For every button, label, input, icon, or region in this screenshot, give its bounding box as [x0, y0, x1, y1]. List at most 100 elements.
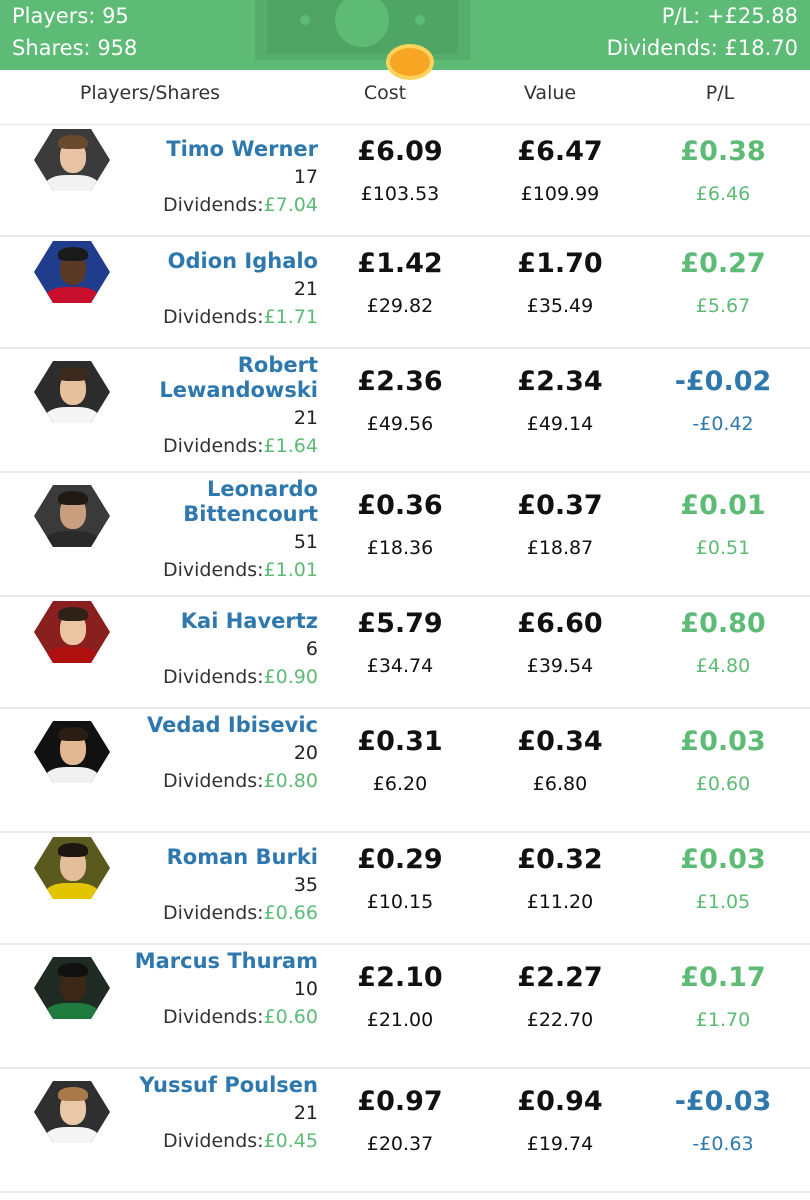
player-info: Yussuf Poulsen 21 Dividends:£0.45 — [38, 1073, 318, 1154]
pl-per-share: -£0.03 — [674, 1086, 772, 1117]
value-total: £22.70 — [526, 1009, 594, 1031]
pl-total: £0.60 — [695, 773, 751, 795]
value-total: £109.99 — [520, 183, 600, 205]
cost-per-share: £2.10 — [357, 962, 443, 993]
cost-total: £21.00 — [366, 1009, 434, 1031]
pl-total: £1.05 — [695, 891, 751, 913]
holding-row[interactable]: Odion Ighalo 21 Dividends:£1.71 £1.42 £2… — [0, 237, 810, 349]
holding-row[interactable]: Roman Burki 35 Dividends:£0.66 £0.29 £10… — [0, 833, 810, 945]
pl-total: -£0.42 — [692, 413, 754, 435]
dividends-label: Dividends: — [163, 1130, 264, 1152]
column-header-pl[interactable]: P/L — [660, 82, 780, 104]
pl-cell: £0.27 £5.67 — [653, 247, 793, 319]
holding-row[interactable]: Yussuf Poulsen 21 Dividends:£0.45 £0.97 … — [0, 1069, 810, 1193]
player-name[interactable]: Odion Ighalo — [128, 249, 318, 274]
player-name[interactable]: Marcus Thuram — [128, 949, 318, 974]
dividends-label: Dividends: — [163, 435, 264, 457]
player-share-count: 21 — [293, 407, 318, 429]
holding-row[interactable]: Timo Werner 17 Dividends:£7.04 £6.09 £10… — [0, 125, 810, 237]
holding-row[interactable]: Vedad Ibisevic 20 Dividends:£0.80 £0.31 … — [0, 709, 810, 833]
player-name[interactable]: Robert Lewandowski — [128, 353, 318, 403]
pl-cell: £0.03 £1.05 — [653, 843, 793, 915]
players-count: 95 — [102, 4, 129, 28]
holding-row[interactable]: Kai Havertz 6 Dividends:£0.90 £5.79 £34.… — [0, 597, 810, 709]
pl-cell: £0.38 £6.46 — [653, 135, 793, 207]
value-total: £49.14 — [526, 413, 594, 435]
value-per-share: £0.32 — [517, 844, 603, 875]
cost-cell: £0.31 £6.20 — [330, 725, 470, 797]
player-dividends: Dividends:£0.45 — [38, 1128, 318, 1154]
value-total: £6.80 — [532, 773, 588, 795]
column-header-value[interactable]: Value — [490, 82, 610, 104]
value-per-share: £2.34 — [517, 366, 603, 397]
value-per-share: £6.47 — [517, 136, 603, 167]
value-cell: £0.34 £6.80 — [490, 725, 630, 797]
value-total: £35.49 — [526, 295, 594, 317]
pl-per-share: -£0.02 — [674, 366, 772, 397]
pl-label: P/L: — [661, 4, 701, 28]
player-name[interactable]: Vedad Ibisevic — [128, 713, 318, 738]
player-name[interactable]: Leonardo Bittencourt — [128, 477, 318, 527]
value-per-share: £0.37 — [517, 490, 603, 521]
dividends-value: £1.64 — [263, 435, 318, 457]
pl-value: +£25.88 — [706, 4, 798, 28]
holding-row[interactable]: Marcus Thuram 10 Dividends:£0.60 £2.10 £… — [0, 945, 810, 1069]
column-header-players[interactable]: Players/Shares — [40, 82, 260, 104]
dividends-label: Dividends: — [163, 306, 264, 328]
cost-total: £29.82 — [366, 295, 434, 317]
cost-total: £20.37 — [366, 1133, 434, 1155]
pl-per-share: £0.03 — [680, 844, 766, 875]
cost-total: £103.53 — [360, 183, 440, 205]
pl-total: £6.46 — [695, 183, 751, 205]
total-players: Players: 95 — [12, 4, 129, 28]
player-dividends: Dividends:£1.64 — [38, 433, 318, 459]
value-cell: £6.47 £109.99 — [490, 135, 630, 207]
pl-cell: £0.80 £4.80 — [653, 607, 793, 679]
dividends-label: Dividends: — [163, 194, 264, 216]
cost-cell: £2.10 £21.00 — [330, 961, 470, 1033]
cost-per-share: £0.31 — [357, 726, 443, 757]
cost-cell: £5.79 £34.74 — [330, 607, 470, 679]
player-name[interactable]: Roman Burki — [128, 845, 318, 870]
player-share-count: 6 — [305, 638, 318, 660]
pl-per-share: £0.38 — [680, 136, 766, 167]
dividends-label: Dividends: — [163, 559, 264, 581]
dividends-value: £0.80 — [263, 770, 318, 792]
pl-total: £0.51 — [695, 537, 751, 559]
dividends-value: £0.60 — [263, 1006, 318, 1028]
player-info: Roman Burki 35 Dividends:£0.66 — [38, 845, 318, 926]
player-dividends: Dividends:£0.90 — [38, 664, 318, 690]
pl-cell: £0.03 £0.60 — [653, 725, 793, 797]
player-share-count: 10 — [293, 978, 318, 1000]
shares-count: 958 — [97, 36, 138, 60]
column-header-cost[interactable]: Cost — [325, 82, 445, 104]
player-name[interactable]: Kai Havertz — [128, 609, 318, 634]
value-per-share: £2.27 — [517, 962, 603, 993]
player-info: Marcus Thuram 10 Dividends:£0.60 — [38, 949, 318, 1030]
dividends-value: £0.45 — [263, 1130, 318, 1152]
dividends-value: £1.71 — [263, 306, 318, 328]
pl-cell: -£0.02 -£0.42 — [653, 365, 793, 437]
dividends-label: Dividends: — [163, 770, 264, 792]
value-total: £11.20 — [526, 891, 594, 913]
cost-per-share: £0.29 — [357, 844, 443, 875]
cost-cell: £6.09 £103.53 — [330, 135, 470, 207]
dividends-value: £18.70 — [724, 36, 798, 60]
player-dividends: Dividends:£7.04 — [38, 192, 318, 218]
coin-icon[interactable] — [386, 44, 434, 80]
cost-cell: £0.36 £18.36 — [330, 489, 470, 561]
player-info: Robert Lewandowski 21 Dividends:£1.64 — [38, 353, 318, 459]
dividends-label: Dividends: — [163, 902, 264, 924]
cost-cell: £2.36 £49.56 — [330, 365, 470, 437]
player-share-count: 21 — [293, 1102, 318, 1124]
holding-row[interactable]: Leonardo Bittencourt 51 Dividends:£1.01 … — [0, 473, 810, 597]
cost-per-share: £0.36 — [357, 490, 443, 521]
value-cell: £0.37 £18.87 — [490, 489, 630, 561]
holdings-list: Timo Werner 17 Dividends:£7.04 £6.09 £10… — [0, 125, 810, 1193]
player-name[interactable]: Timo Werner — [128, 137, 318, 162]
value-total: £19.74 — [526, 1133, 594, 1155]
player-info: Odion Ighalo 21 Dividends:£1.71 — [38, 249, 318, 330]
cost-cell: £0.97 £20.37 — [330, 1085, 470, 1157]
player-name[interactable]: Yussuf Poulsen — [128, 1073, 318, 1098]
holding-row[interactable]: Robert Lewandowski 21 Dividends:£1.64 £2… — [0, 349, 810, 473]
